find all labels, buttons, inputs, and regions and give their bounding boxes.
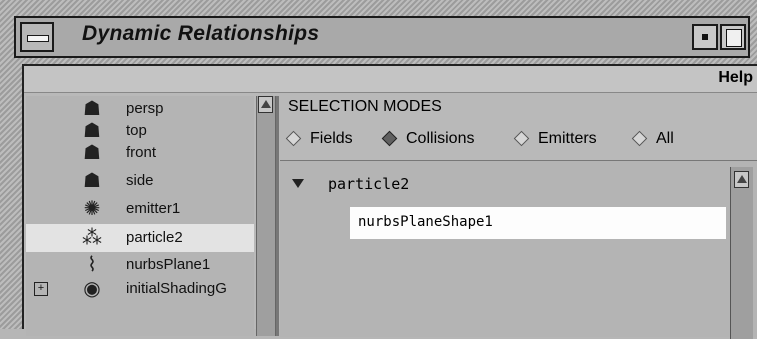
help-menu[interactable]: Help bbox=[718, 69, 753, 87]
title-bar[interactable]: Dynamic Relationships bbox=[14, 16, 750, 58]
radio-diamond-icon bbox=[513, 130, 530, 147]
tree-scrollbar[interactable] bbox=[730, 167, 753, 339]
collapse-triangle-icon[interactable] bbox=[292, 179, 304, 188]
outliner-item[interactable]: ☗ persp bbox=[26, 98, 254, 120]
selection-modes-heading: SELECTION MODES bbox=[288, 98, 442, 115]
emitter-icon: ✺ bbox=[83, 198, 101, 220]
nurbs-plane-icon: ⌇ bbox=[87, 254, 97, 276]
outliner-item[interactable]: ☗ top bbox=[26, 120, 254, 142]
camera-icon: ☗ bbox=[83, 142, 101, 164]
outliner-item[interactable]: ☗ front bbox=[26, 142, 254, 164]
pane-divider[interactable] bbox=[276, 96, 279, 336]
camera-icon: ☗ bbox=[83, 98, 101, 120]
camera-icon: ☗ bbox=[83, 120, 101, 142]
outliner-item[interactable]: + ◉ initialShadingG bbox=[26, 278, 254, 300]
maximize-icon bbox=[726, 29, 742, 47]
outliner-item-selected[interactable]: ⁂ particle2 bbox=[26, 224, 254, 252]
relationship-editor-panel: SELECTION MODES Fields Collisions Emitte… bbox=[280, 94, 757, 339]
radio-diamond-selected-icon bbox=[381, 130, 398, 147]
outliner-scrollbar[interactable] bbox=[256, 96, 276, 336]
minimize-button[interactable] bbox=[692, 24, 718, 50]
radio-diamond-icon bbox=[285, 130, 302, 147]
outliner-item[interactable]: ✺ emitter1 bbox=[26, 198, 254, 220]
particle-icon: ⁂ bbox=[82, 227, 102, 249]
tree-child-item[interactable]: nurbsPlaneShape1 bbox=[350, 207, 726, 239]
relationship-tree[interactable]: particle2 nurbsPlaneShape1 bbox=[280, 160, 757, 339]
radio-diamond-icon bbox=[631, 130, 648, 147]
expand-icon[interactable]: + bbox=[34, 282, 48, 296]
window-title: Dynamic Relationships bbox=[82, 22, 320, 45]
window-menu-button[interactable] bbox=[20, 22, 54, 52]
outliner-item[interactable]: ☗ side bbox=[26, 170, 254, 192]
window-menu-icon bbox=[27, 35, 49, 42]
menu-bar: Help bbox=[24, 66, 757, 93]
scroll-up-arrow-icon[interactable] bbox=[258, 96, 273, 113]
camera-icon: ☗ bbox=[83, 170, 101, 192]
scroll-up-arrow-icon[interactable] bbox=[734, 171, 749, 188]
window-client-area: Help ☗ persp ☗ top ☗ front ☗ side ✺ emit… bbox=[22, 64, 757, 339]
outliner-item[interactable]: ⌇ nurbsPlane1 bbox=[26, 254, 254, 276]
shading-group-icon: ◉ bbox=[83, 278, 101, 300]
maximize-button[interactable] bbox=[720, 24, 746, 50]
outliner-list[interactable]: ☗ persp ☗ top ☗ front ☗ side ✺ emitter1 … bbox=[26, 96, 254, 336]
minimize-icon bbox=[702, 34, 708, 40]
